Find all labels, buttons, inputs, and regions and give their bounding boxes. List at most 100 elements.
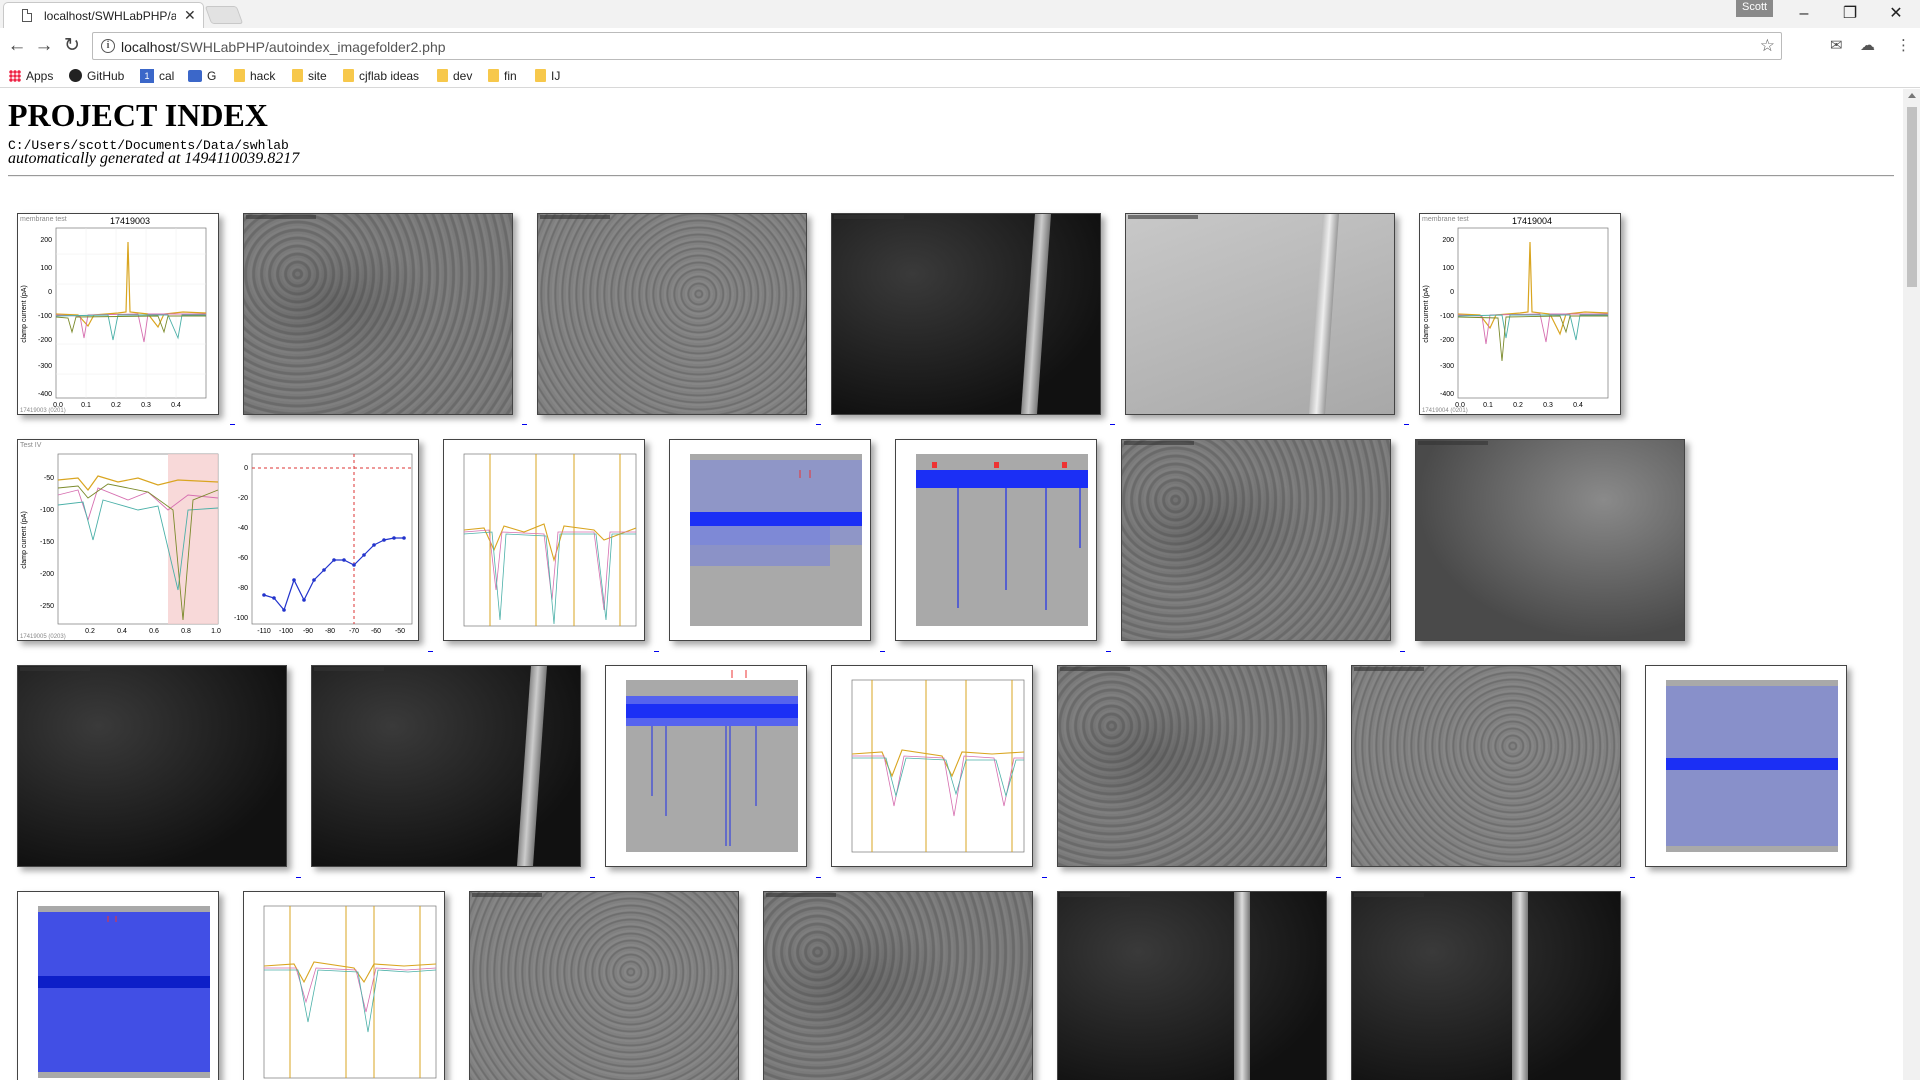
link-underline[interactable] (654, 651, 659, 652)
thumbnail-continuous-sweep[interactable] (669, 439, 871, 641)
forward-button[interactable]: → (33, 35, 55, 57)
link-underline[interactable] (1106, 651, 1111, 652)
back-button[interactable]: ← (6, 35, 28, 57)
link-underline[interactable] (296, 877, 301, 878)
thumbnail-pipette-image[interactable] (1057, 891, 1327, 1080)
thumbnail-continuous-sweep[interactable] (895, 439, 1097, 641)
link-underline[interactable] (1110, 424, 1115, 425)
y-tick: 0 (1450, 289, 1454, 296)
bookmark-hack[interactable]: hack (234, 67, 275, 85)
menu-icon[interactable]: ⋮ (1896, 36, 1911, 54)
link-underline[interactable] (816, 877, 821, 878)
page-title: PROJECT INDEX (8, 97, 268, 133)
y-tick: 200 (40, 237, 52, 244)
reload-button[interactable]: ↻ (61, 35, 83, 57)
x-tick: 0.4 (171, 402, 181, 409)
y-tick: -40 (238, 525, 248, 532)
bookmark-fin[interactable]: fin (488, 67, 517, 85)
thumbnail-membrane-test-2[interactable]: membrane test 17419004 clamp current (pA… (1419, 213, 1621, 415)
bookmark-label: IJ (551, 69, 561, 83)
link-underline[interactable] (1400, 651, 1405, 652)
bookmark-g[interactable]: G (188, 67, 216, 85)
bookmark-apps[interactable]: Apps (9, 67, 53, 85)
bookmark-github[interactable]: GitHub (69, 67, 124, 85)
close-window-button[interactable]: ✕ (1876, 3, 1916, 25)
bookmark-label: dev (453, 69, 473, 83)
thumbnail-micrograph[interactable] (537, 213, 807, 415)
thumbnail-micrograph[interactable] (1415, 439, 1685, 641)
x-tick: -110 (257, 628, 271, 635)
thumbnail-continuous-sweep[interactable] (605, 665, 807, 867)
address-bar[interactable]: i localhost/SWHLabPHP/autoindex_imagefol… (92, 32, 1782, 60)
bookmark-ij[interactable]: IJ (535, 67, 560, 85)
close-tab-icon[interactable]: ✕ (184, 7, 196, 24)
restore-button[interactable]: ❐ (1830, 3, 1870, 25)
bookmark-cjflab-ideas[interactable]: cjflab ideas (343, 67, 419, 85)
cloud-extension-icon[interactable]: ☁ (1860, 36, 1875, 54)
thumbnail-sweep-overlay[interactable] (831, 665, 1033, 867)
thumbnail-pipette-image[interactable] (311, 665, 581, 867)
browser-tab[interactable]: localhost/SWHLabPHP/a ✕ (3, 2, 204, 28)
bookmark-site[interactable]: site (292, 67, 327, 85)
thumbnail-continuous-sweep[interactable] (1645, 665, 1847, 867)
link-underline[interactable] (816, 424, 821, 425)
link-underline[interactable] (1042, 877, 1047, 878)
thumbnail-pipette-image[interactable] (1351, 891, 1621, 1080)
y-tick: -100 (234, 615, 248, 622)
image-header (1060, 667, 1130, 671)
thumbnail-micrograph[interactable] (1057, 665, 1327, 867)
thumbnail-micrograph[interactable] (243, 213, 513, 415)
thumbnail-test-iv[interactable]: Test IV clamp current (pA) -50 -100 -150… (17, 439, 419, 641)
link-underline[interactable] (428, 651, 433, 652)
thumbnail-micrograph[interactable] (1121, 439, 1391, 641)
page-scrollbar[interactable] (1903, 89, 1920, 1080)
scrollbar-thumb[interactable] (1907, 107, 1917, 287)
browser-toolbar: ← → ↻ i localhost/SWHLabPHP/autoindex_im… (0, 28, 1920, 64)
scroll-up-icon[interactable] (1908, 93, 1916, 98)
link-underline[interactable] (590, 877, 595, 878)
profile-button[interactable]: Scott (1736, 0, 1774, 17)
link-underline[interactable] (230, 424, 235, 425)
chart-footer: 17419003 (0201) (20, 408, 66, 414)
x-tick: 0.2 (111, 402, 121, 409)
thumbnail-sweep-overlay[interactable] (243, 891, 445, 1080)
mail-extension-icon[interactable]: ✉ (1830, 36, 1843, 54)
link-underline[interactable] (1336, 877, 1341, 878)
thumbnail-sweep-overlay[interactable] (443, 439, 645, 641)
bookmark-cal[interactable]: 1 cal (140, 67, 174, 85)
continuous-sweep-chart (38, 906, 210, 1078)
x-tick: -90 (303, 628, 313, 635)
membrane-test-chart-1: membrane test 17419003 clamp current (pA… (20, 216, 207, 414)
image-header (766, 893, 836, 897)
y-tick: -300 (1440, 363, 1454, 370)
baseline-band (690, 512, 862, 526)
image-header (1124, 441, 1194, 445)
calendar-icon: 1 (140, 68, 154, 83)
plot-area (851, 679, 1025, 853)
thumbnail-continuous-sweep[interactable] (17, 891, 219, 1080)
y-axis-label: clamp current (pA) (21, 285, 28, 343)
new-tab-button[interactable] (204, 6, 244, 24)
y-tick: -200 (1440, 337, 1454, 344)
minimize-button[interactable]: – (1784, 3, 1824, 25)
link-underline[interactable] (880, 651, 885, 652)
thumbnail-pipette-image[interactable] (1125, 213, 1395, 415)
bookmark-label: hack (250, 69, 276, 83)
info-icon[interactable]: i (101, 39, 115, 53)
link-underline[interactable] (522, 424, 527, 425)
folder-icon (292, 69, 303, 83)
thumbnail-membrane-test-1[interactable]: membrane test 17419003 clamp current (pA… (17, 213, 219, 415)
thumbnail-micrograph[interactable] (469, 891, 739, 1080)
thumbnail-dark-field-image[interactable] (17, 665, 287, 867)
link-underline[interactable] (1630, 877, 1635, 878)
apps-icon (9, 69, 21, 82)
plot-area (1457, 227, 1609, 399)
bookmark-dev[interactable]: dev (437, 67, 472, 85)
link-underline[interactable] (1404, 424, 1409, 425)
x-tick: -100 (279, 628, 293, 635)
tab-title: localhost/SWHLabPHP/a (44, 9, 176, 23)
thumbnail-micrograph[interactable] (763, 891, 1033, 1080)
thumbnail-pipette-image[interactable] (831, 213, 1101, 415)
thumbnail-micrograph[interactable] (1351, 665, 1621, 867)
bookmark-star-icon[interactable]: ☆ (1760, 36, 1775, 56)
